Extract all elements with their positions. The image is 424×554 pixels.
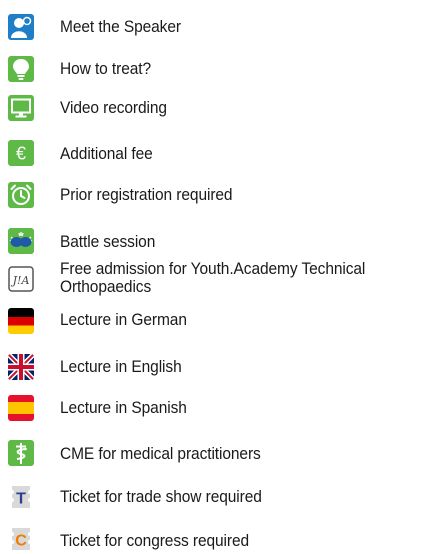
- legend-label: Video recording: [60, 99, 167, 117]
- legend-label: Free admission for Youth.Academy Technic…: [60, 260, 366, 278]
- icon-legend: Meet the Speaker How to treat? Video rec…: [0, 0, 424, 552]
- svg-text:J!A: J!A: [11, 274, 30, 287]
- alarm-clock-icon: [8, 182, 34, 208]
- speaker-icon: [8, 14, 34, 40]
- legend-item-video: Video recording: [0, 95, 424, 123]
- uk-flag-icon: [8, 354, 34, 380]
- legend-label: CME for medical practitioners: [60, 445, 261, 463]
- legend-item-registration: Prior registration required: [0, 182, 424, 210]
- congress-ticket-icon: C: [8, 526, 34, 552]
- trade-ticket-icon: T: [8, 484, 34, 510]
- legend-label: Ticket for trade show required: [60, 488, 262, 506]
- legend-item-battle: Battle session: [0, 228, 424, 256]
- legend-label: How to treat?: [60, 60, 152, 78]
- svg-text:T: T: [16, 491, 26, 508]
- legend-label: Lecture in Spanish: [60, 399, 187, 417]
- legend-item-trade-ticket: T Ticket for trade show required: [0, 484, 424, 512]
- legend-label: Additional fee: [60, 145, 153, 163]
- monitor-icon: [8, 95, 34, 121]
- legend-item-german: Lecture in German: [0, 308, 424, 336]
- legend-label: Lecture in English: [60, 358, 182, 376]
- caduceus-icon: [8, 440, 34, 466]
- legend-label: Lecture in German: [60, 311, 187, 329]
- legend-item-speaker: Meet the Speaker: [0, 14, 424, 42]
- youth-academy-icon: J!A: [8, 266, 34, 292]
- legend-label: Ticket for congress required: [60, 532, 250, 550]
- legend-label: Meet the Speaker: [60, 18, 181, 36]
- legend-item-fee: € Additional fee: [0, 140, 424, 168]
- legend-item-how-to-treat: How to treat?: [0, 56, 424, 84]
- svg-text:C: C: [15, 533, 27, 550]
- boxing-gloves-icon: [8, 228, 34, 254]
- german-flag-icon: [8, 308, 34, 334]
- svg-text:€: €: [16, 144, 26, 164]
- legend-item-spanish: Lecture in Spanish: [0, 395, 424, 423]
- legend-label: Prior registration required: [60, 186, 233, 204]
- euro-icon: €: [8, 140, 34, 166]
- legend-item-cme: CME for medical practitioners: [0, 440, 424, 468]
- legend-label-continued: Orthopaedics: [60, 278, 152, 296]
- legend-item-english: Lecture in English: [0, 354, 424, 382]
- spanish-flag-icon: [8, 395, 34, 421]
- legend-item-congress-ticket: C Ticket for congress required: [0, 526, 424, 554]
- legend-item-youth-academy: J!A Free admission for Youth.Academy Tec…: [0, 258, 424, 300]
- lightbulb-icon: [8, 56, 34, 82]
- legend-label: Battle session: [60, 233, 156, 251]
